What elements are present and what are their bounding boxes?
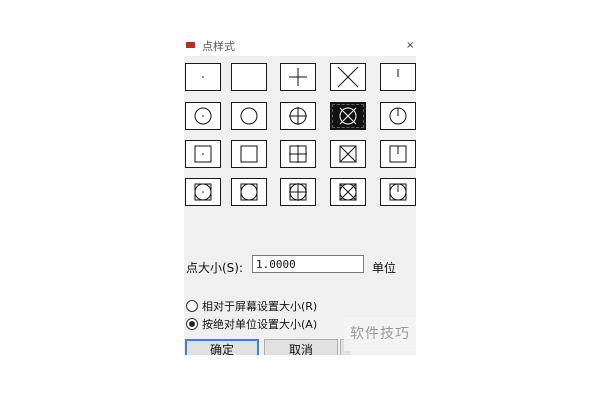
point-style-square-plus[interactable] — [280, 140, 316, 168]
point-style-circle-plus[interactable] — [280, 102, 316, 130]
point-style-square[interactable] — [231, 140, 267, 168]
app-icon — [186, 42, 195, 48]
point-style-square-circle-icon — [240, 183, 258, 201]
point-style-circle[interactable] — [231, 102, 267, 130]
point-style-square-tick-icon — [389, 145, 407, 163]
point-style-none-icon — [232, 64, 266, 90]
point-style-square-circle-tick[interactable] — [380, 178, 416, 206]
point-size-label: 点大小(S): — [186, 261, 244, 275]
point-style-square-circle-plus[interactable] — [280, 178, 316, 206]
point-style-x[interactable] — [330, 63, 366, 91]
point-style-circle-dot[interactable] — [185, 102, 221, 130]
ok-button[interactable]: 确定 — [185, 339, 259, 355]
point-style-circle-x-icon — [339, 107, 357, 125]
unit-label: 单位 — [372, 261, 397, 275]
absolute-size-option[interactable]: 按绝对单位设置大小(A) — [186, 316, 317, 332]
watermark: 软件技巧 — [344, 317, 416, 351]
point-size-input[interactable] — [252, 255, 364, 273]
point-style-tick-icon — [397, 69, 399, 77]
close-icon[interactable]: × — [406, 40, 414, 51]
point-style-circle-x[interactable] — [330, 102, 366, 130]
absolute-size-label: 按绝对单位设置大小(A) — [202, 318, 318, 331]
point-style-square-tick[interactable] — [380, 140, 416, 168]
point-style-circle-plus-icon — [289, 107, 307, 125]
point-style-none[interactable] — [231, 63, 267, 91]
point-style-square-plus-icon — [289, 145, 307, 163]
point-style-square-circle-tick-icon — [389, 183, 407, 201]
point-style-x-icon — [337, 66, 359, 88]
point-style-square-circle[interactable] — [231, 178, 267, 206]
point-style-square-icon — [240, 145, 258, 163]
point-style-square-circle-dot[interactable] — [185, 178, 221, 206]
point-style-dot-icon — [202, 76, 204, 78]
point-style-dialog: 点样式 × 点大小(S): 单位 相对于屏幕设置大小(R) 按绝对单位设置大小(… — [184, 30, 416, 355]
point-style-square-circle-x-icon — [339, 183, 357, 201]
absolute-size-radio[interactable] — [186, 318, 198, 330]
cancel-button[interactable]: 取消 — [264, 339, 338, 355]
relative-size-radio[interactable] — [186, 300, 198, 312]
relative-size-label: 相对于屏幕设置大小(R) — [202, 300, 318, 313]
point-style-circle-dot-icon — [194, 107, 212, 125]
point-style-square-circle-dot-icon — [194, 183, 212, 201]
point-style-square-circle-x[interactable] — [330, 178, 366, 206]
point-style-plus-icon — [289, 68, 307, 86]
point-style-square-circle-plus-icon — [289, 183, 307, 201]
point-style-tick[interactable] — [380, 63, 416, 91]
point-style-square-x[interactable] — [330, 140, 366, 168]
point-style-circle-tick-icon — [389, 107, 407, 125]
point-style-circle-icon — [240, 107, 258, 125]
title-bar: 点样式 × — [184, 30, 416, 56]
point-style-square-dot[interactable] — [185, 140, 221, 168]
point-style-dot[interactable] — [185, 63, 221, 91]
point-style-square-dot-icon — [194, 145, 212, 163]
relative-size-option[interactable]: 相对于屏幕设置大小(R) — [186, 298, 317, 314]
point-style-circle-tick[interactable] — [380, 102, 416, 130]
point-style-square-x-icon — [339, 145, 357, 163]
point-style-plus[interactable] — [280, 63, 316, 91]
dialog-title: 点样式 — [202, 40, 235, 53]
